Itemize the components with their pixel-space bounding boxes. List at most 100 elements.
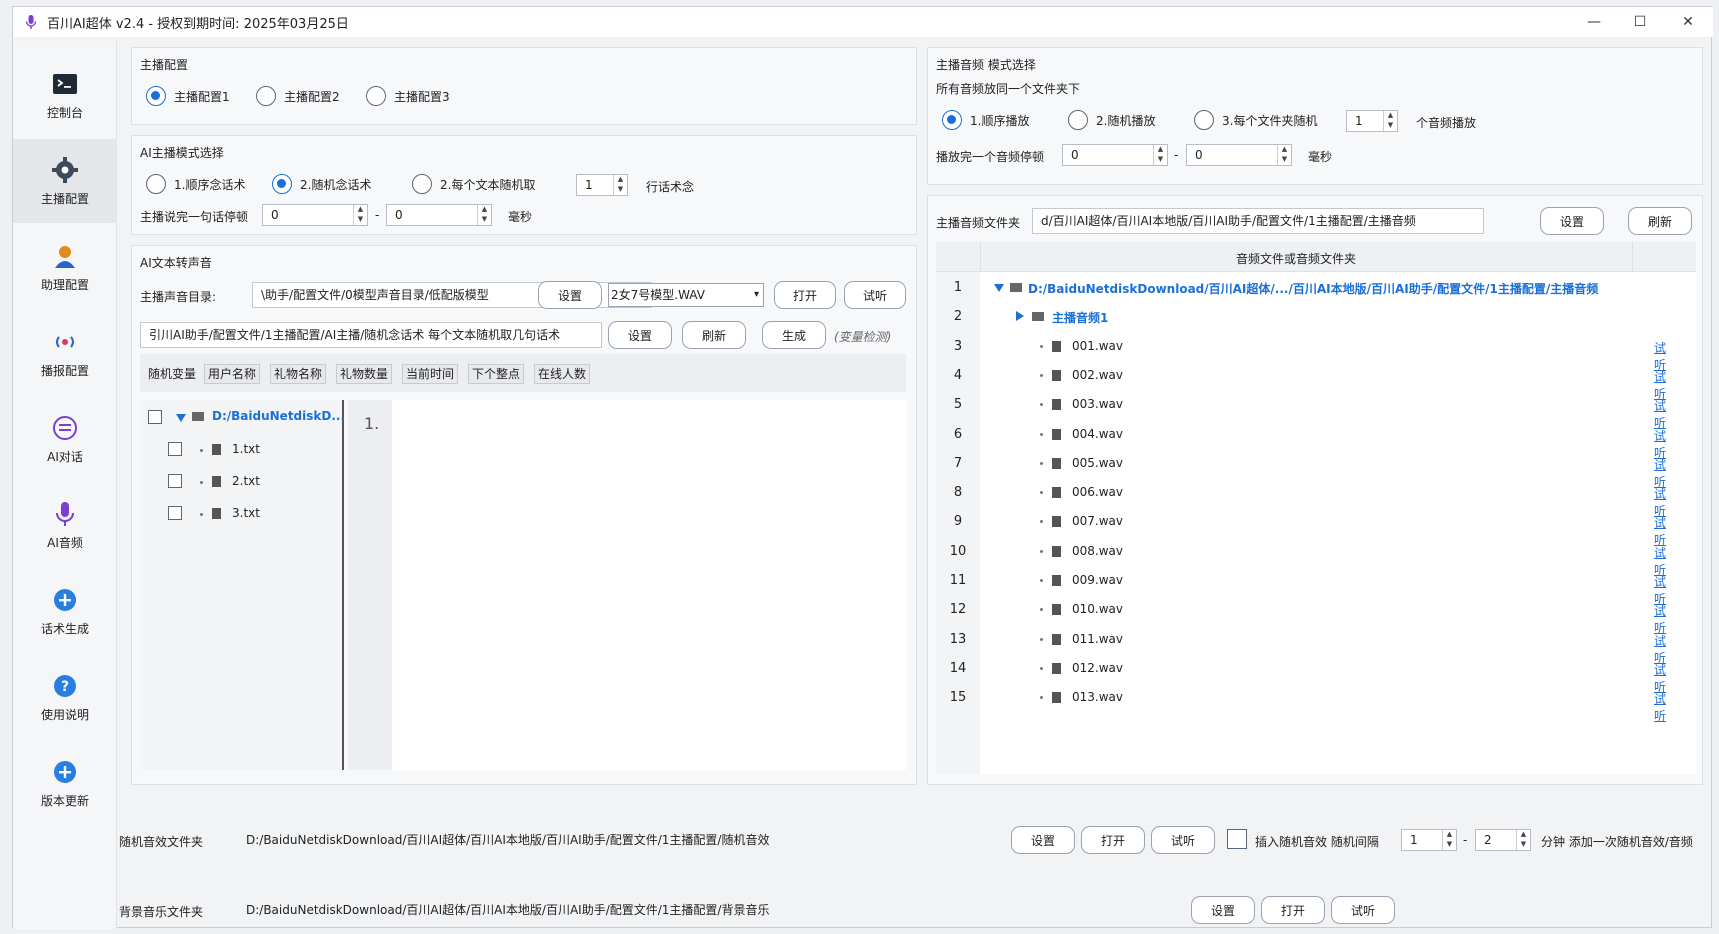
table-row[interactable]: 9 007.wav 试听 [936, 507, 1666, 547]
table-row[interactable]: 1 D:/BaiduNetdiskDownload/百川AI超体/.../百川A… [936, 273, 1624, 302]
random-sfx-set-button[interactable]: 设置 [1011, 826, 1075, 854]
file-icon [1052, 662, 1061, 674]
sidebar-item-script-gen[interactable]: 话术生成 [13, 569, 117, 653]
sfx-interval-to-stepper[interactable]: 2 ▲ ▼ [1475, 829, 1531, 851]
voice-listen-button[interactable]: 试听 [844, 281, 906, 309]
tree-bullet [1040, 491, 1043, 495]
var-tag-gift-name[interactable]: 礼物名称 [270, 364, 327, 384]
sidebar-item-broadcast-config[interactable]: 播报配置 [13, 311, 117, 395]
audio-pause-from-stepper[interactable]: 0 ▲ ▼ [1062, 144, 1168, 166]
var-tag-gift-count[interactable]: 礼物数量 [336, 364, 393, 384]
table-row[interactable]: 15 013.wav 试听 [936, 683, 1666, 723]
table-row[interactable]: 11 009.wav 试听 [936, 566, 1666, 606]
table-row[interactable]: 4 002.wav 试听 [936, 361, 1666, 401]
app-window: 百川AI超体 v2.4 - 授权到期时间: 2025年03月25日 — ☐ ✕ … [12, 6, 1713, 929]
sidebar-item-console[interactable]: 控制台 [13, 53, 117, 137]
minimize-button[interactable]: — [1571, 7, 1617, 37]
radio-anchor-config-2[interactable]: 主播配置2 [256, 86, 340, 106]
radio-sequential-script[interactable]: 1.顺序念话术 [146, 174, 245, 194]
expand-icon[interactable] [994, 284, 1004, 292]
insert-random-sfx-label: 插入随机音效 随机间隔 [1255, 835, 1379, 849]
sidebar-item-ai-chat[interactable]: AI对话 [13, 397, 117, 481]
voice-model-select[interactable]: 2女7号模型.WAV ▾ [608, 283, 764, 307]
audio-listen-link[interactable]: 试听 [1654, 690, 1666, 724]
sidebar-item-label: 助理配置 [40, 277, 89, 292]
tree-file-label[interactable]: 2.txt [232, 474, 260, 488]
random-sfx-listen-button[interactable]: 试听 [1151, 826, 1215, 854]
bgm-open-button[interactable]: 打开 [1261, 896, 1325, 924]
radio-each-text-random[interactable]: 2.每个文本随机取 [412, 174, 535, 194]
sidebar-item-label: 播报配置 [40, 363, 89, 378]
range-dash: - [1463, 833, 1468, 847]
radio-anchor-config-3[interactable]: 主播配置3 [366, 86, 450, 106]
table-row[interactable]: 10 008.wav 试听 [936, 537, 1666, 577]
pause-from-stepper[interactable]: 0 ▲ ▼ [262, 204, 368, 226]
audio-pause-to-stepper[interactable]: 0 ▲ ▼ [1186, 144, 1292, 166]
sidebar-item-ai-audio[interactable]: AI音频 [13, 483, 117, 567]
lines-count-suffix: 行话术念 [646, 180, 695, 194]
tree-file-label[interactable]: 3.txt [232, 506, 260, 520]
bgm-listen-button[interactable]: 试听 [1331, 896, 1395, 924]
tree-file-checkbox[interactable] [168, 506, 182, 520]
generate-button[interactable]: 生成 [762, 321, 826, 349]
tree-bullet [200, 449, 203, 452]
radio-random-play[interactable]: 2.随机播放 [1068, 110, 1155, 130]
audio-file-name: 012.wav [1072, 660, 1123, 675]
tree-bullet [1040, 461, 1043, 465]
anchor-config-panel: 主播配置 主播配置1 主播配置2 主播配置3 [131, 47, 917, 125]
var-tag-next-hour[interactable]: 下个整点 [468, 364, 525, 384]
sidebar-item-update[interactable]: 版本更新 [13, 741, 117, 825]
random-sfx-path[interactable]: D:/BaiduNetdiskDownload/百川AI超体/百川AI本地版/百… [237, 827, 1017, 853]
table-row[interactable]: 8 006.wav 试听 [936, 478, 1666, 518]
table-row[interactable]: 14 012.wav 试听 [936, 654, 1666, 694]
table-row[interactable]: 3 001.wav 试听 [936, 332, 1666, 372]
var-detect-label[interactable]: (变量检测) [834, 328, 891, 345]
radio-anchor-config-1[interactable]: 主播配置1 [146, 86, 230, 106]
audio-folder-input[interactable]: d/百川AI超体/百川AI本地版/百川AI助手/配置文件/1主播配置/主播音频 [1032, 208, 1484, 234]
sidebar-item-assistant-config[interactable]: 助理配置 [13, 225, 117, 309]
audio-count-stepper[interactable]: 1 ▲ ▼ [1346, 110, 1398, 132]
tree-bullet [1040, 696, 1043, 700]
voice-dir-set-button[interactable]: 设置 [538, 281, 602, 309]
tree-root-checkbox[interactable] [148, 410, 162, 424]
var-tag-online-count[interactable]: 在线人数 [534, 364, 591, 384]
table-row[interactable]: 2 主播音频1 [936, 302, 1624, 331]
radio-sequential-play[interactable]: 1.顺序播放 [942, 110, 1029, 130]
sidebar-item-anchor-config[interactable]: 主播配置 [13, 139, 117, 223]
lines-count-stepper[interactable]: 1 ▲ ▼ [576, 174, 628, 196]
script-refresh-button[interactable]: 刷新 [682, 321, 746, 349]
table-row[interactable]: 13 011.wav 试听 [936, 625, 1666, 665]
pause-to-stepper[interactable]: 0 ▲ ▼ [386, 204, 492, 226]
radio-folder-random[interactable]: 3.每个文件夹随机 [1194, 110, 1317, 130]
audio-folder-refresh-button[interactable]: 刷新 [1628, 207, 1692, 235]
bgm-set-button[interactable]: 设置 [1191, 896, 1255, 924]
bgm-path[interactable]: D:/BaiduNetdiskDownload/百川AI超体/百川AI本地版/百… [237, 897, 997, 923]
var-tag-user-name[interactable]: 用户名称 [204, 364, 261, 384]
collapse-icon[interactable] [1016, 311, 1024, 321]
sidebar-item-help[interactable]: ? 使用说明 [13, 655, 117, 739]
table-row[interactable]: 6 004.wav 试听 [936, 420, 1666, 460]
voice-open-button[interactable]: 打开 [774, 281, 836, 309]
expand-icon[interactable] [176, 414, 186, 422]
table-row[interactable]: 12 010.wav 试听 [936, 595, 1666, 635]
maximize-button[interactable]: ☐ [1617, 7, 1663, 37]
random-sfx-open-button[interactable]: 打开 [1081, 826, 1145, 854]
file-icon [1052, 487, 1061, 499]
script-path-input[interactable]: 引川AI助手/配置文件/1主播配置/AI主播/随机念话术 每个文本随机取几句话术 [140, 322, 602, 348]
tree-file-checkbox[interactable] [168, 442, 182, 456]
insert-random-sfx-checkbox[interactable] [1227, 829, 1247, 849]
var-tag-current-time[interactable]: 当前时间 [402, 364, 459, 384]
tree-file-checkbox[interactable] [168, 474, 182, 488]
sfx-interval-from-stepper[interactable]: 1 ▲ ▼ [1401, 829, 1457, 851]
tree-root-label[interactable]: D:/BaiduNetdiskD... [212, 409, 345, 423]
script-set-button[interactable]: 设置 [608, 321, 672, 349]
script-editor[interactable] [392, 400, 906, 770]
table-row[interactable]: 5 003.wav 试听 [936, 390, 1666, 430]
script-file-tree: D:/BaiduNetdiskD... 1.txt 2.txt 3.txt [140, 400, 345, 770]
radio-random-script[interactable]: 2.随机念话术 [272, 174, 371, 194]
audio-folder-set-button[interactable]: 设置 [1540, 207, 1604, 235]
table-row[interactable]: 7 005.wav 试听 [936, 449, 1666, 489]
tree-bullet [1040, 549, 1043, 553]
close-button[interactable]: ✕ [1665, 7, 1711, 37]
tree-file-label[interactable]: 1.txt [232, 442, 260, 456]
